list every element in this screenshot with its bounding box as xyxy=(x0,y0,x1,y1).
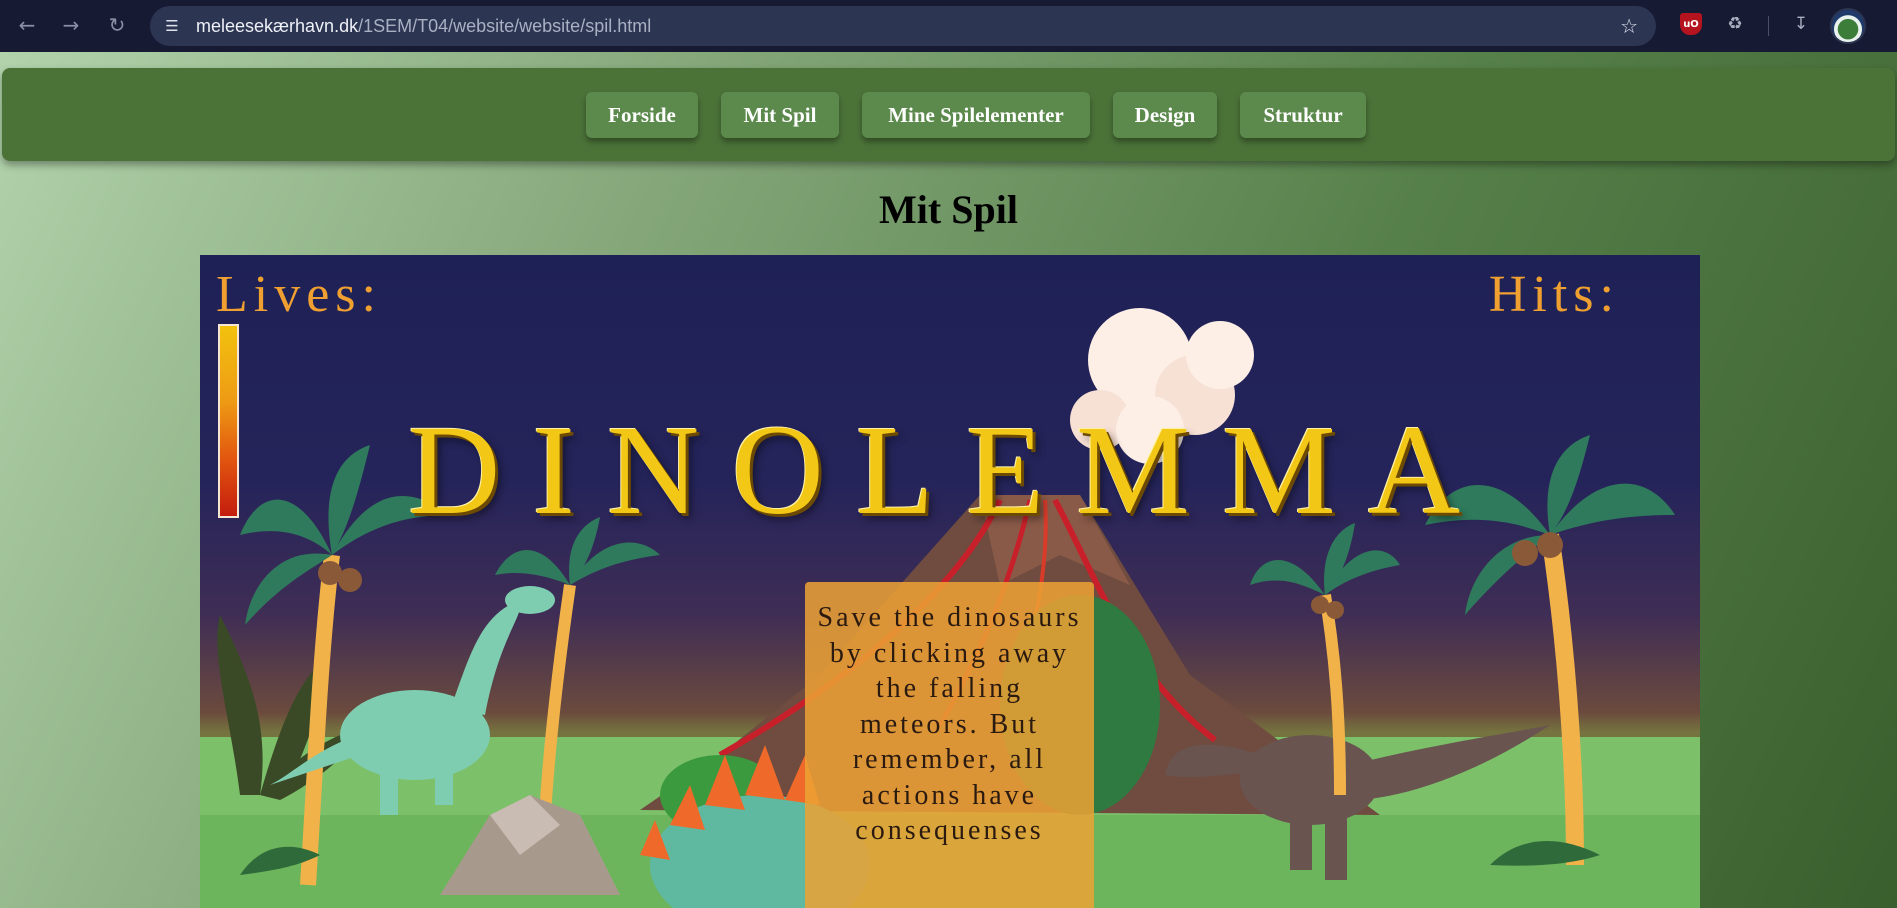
nav-list: Forside Mit Spil Mine Spilelementer Desi… xyxy=(2,92,1895,138)
address-bar[interactable]: ☰ meleesekærhavn.dk/1SEM/T04/website/web… xyxy=(150,6,1656,46)
browser-toolbar: ← → ↻ ☰ meleesekærhavn.dk/1SEM/T04/websi… xyxy=(0,0,1897,52)
url-path: /1SEM/T04/website/website/spil.html xyxy=(358,16,652,36)
game-title: DINOLEMMA xyxy=(407,399,1493,541)
nav-item-mit-spil[interactable]: Mit Spil xyxy=(721,92,839,138)
site-info-icon[interactable]: ☰ xyxy=(162,16,182,36)
nav-item-mine-spilelementer[interactable]: Mine Spilelementer xyxy=(862,92,1090,138)
bookmark-star-icon[interactable]: ☆ xyxy=(1620,14,1638,38)
nav-item-forside[interactable]: Forside xyxy=(586,92,698,138)
url-text[interactable]: meleesekærhavn.dk/1SEM/T04/website/websi… xyxy=(196,16,651,37)
download-icon[interactable]: ↧ xyxy=(1790,13,1812,35)
url-host: meleesekærhavn.dk xyxy=(196,16,359,36)
lives-label: Lives: xyxy=(216,266,382,323)
instructions-box: Save the dinosaurs by clicking away the … xyxy=(805,582,1094,908)
page-title: Mit Spil xyxy=(879,187,1018,232)
nav-item-struktur[interactable]: Struktur xyxy=(1240,92,1366,138)
forward-icon[interactable]: → xyxy=(58,12,84,38)
extensions-icon[interactable]: ♻ xyxy=(1724,13,1746,35)
site-navigation: Forside Mit Spil Mine Spilelementer Desi… xyxy=(2,68,1895,161)
profile-avatar[interactable] xyxy=(1830,8,1866,44)
reload-icon[interactable]: ↻ xyxy=(104,12,130,38)
back-icon[interactable]: ← xyxy=(14,12,40,38)
game-area[interactable]: Lives: Hits: DINOLEMMA Save the dinosaur… xyxy=(200,255,1700,908)
ublock-icon[interactable]: uO xyxy=(1680,13,1702,35)
nav-item-design[interactable]: Design xyxy=(1113,92,1217,138)
instructions-text: Save the dinosaurs by clicking away the … xyxy=(817,602,1082,846)
hits-label: Hits: xyxy=(1488,266,1620,323)
toolbar-separator xyxy=(1768,16,1769,36)
